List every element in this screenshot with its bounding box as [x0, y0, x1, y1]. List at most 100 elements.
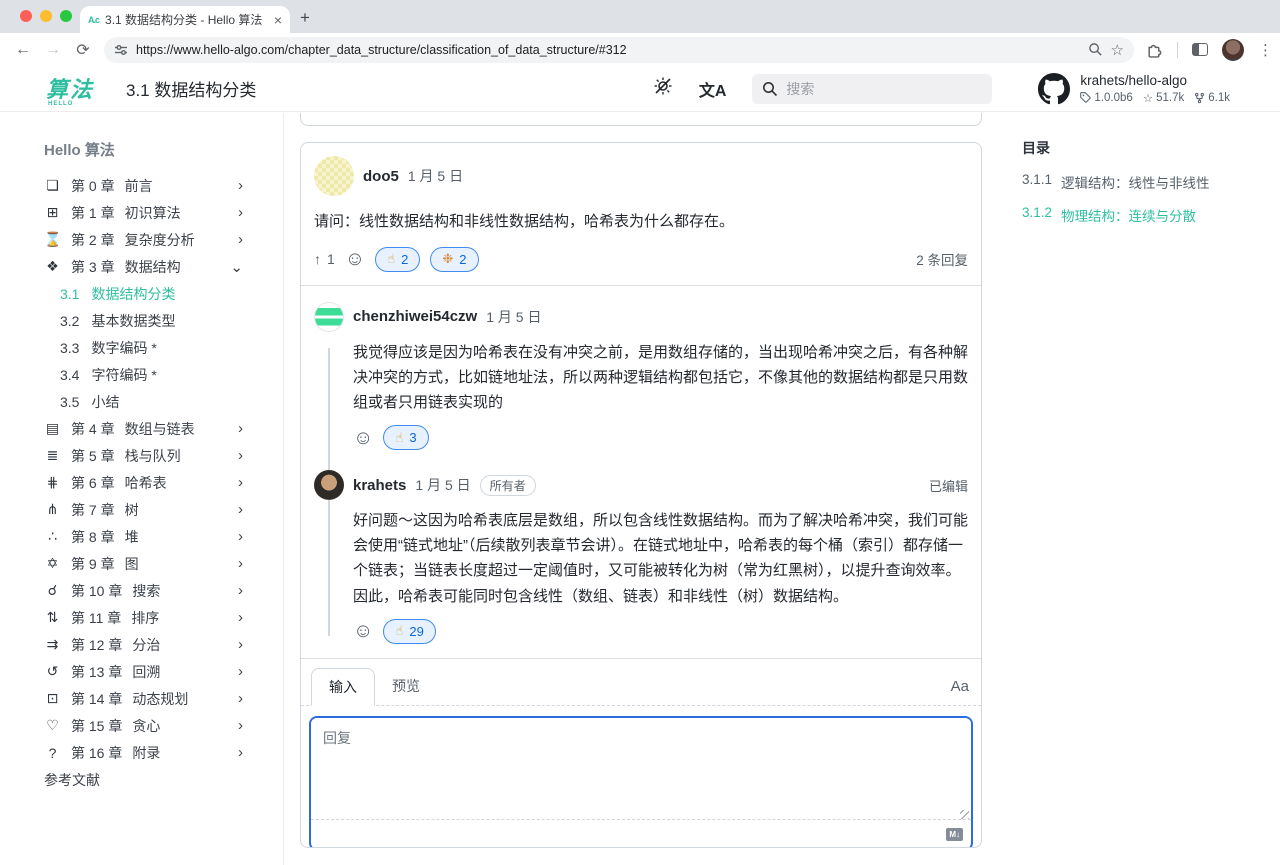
- page-zoom-icon[interactable]: [1088, 42, 1103, 57]
- reaction-thumbs-up[interactable]: ☝ 2: [375, 247, 420, 272]
- array-icon: ▤: [44, 420, 61, 437]
- hello-algo-logo[interactable]: 算法 HELLO: [46, 72, 108, 106]
- sidebar-item-chapter-2[interactable]: ⌛第 2 章复杂度分析›: [44, 226, 283, 253]
- comment-author[interactable]: doo5: [363, 168, 399, 185]
- avatar[interactable]: [314, 302, 344, 332]
- language-switch-icon[interactable]: 文A: [699, 77, 727, 101]
- chevron-right-icon: ›: [238, 744, 243, 761]
- sidebar-item-chapter-10[interactable]: ☌第 10 章搜索›: [44, 577, 283, 604]
- owner-badge: 所有者: [480, 475, 536, 496]
- profile-avatar[interactable]: [1222, 39, 1244, 61]
- reply-author[interactable]: chenzhiwei54czw: [353, 308, 477, 325]
- sidebar-item-chapter-16[interactable]: ?第 16 章附录›: [44, 739, 283, 766]
- reaction-thumbs-up[interactable]: ☝ 3: [383, 425, 428, 450]
- up-arrow-icon: ↑: [314, 251, 321, 267]
- reply-2: krahets 1 月 5 日 所有者 已编辑 好问题～这因为哈希表底层是数组，…: [301, 454, 981, 648]
- comment-main: doo5 1 月 5 日 请问：线性数据结构和非线性数据结构，哈希表为什么都存在…: [301, 143, 981, 285]
- sidebar-item-3-5[interactable]: 3.5小结: [44, 388, 283, 415]
- search-box[interactable]: [752, 74, 992, 104]
- back-button[interactable]: ←: [8, 41, 38, 59]
- repo-name: krahets/hello-algo: [1080, 73, 1230, 88]
- backtrack-icon: ↺: [44, 663, 61, 680]
- thumbs-up-icon: ☝: [395, 430, 403, 446]
- sidebar-item-chapter-6[interactable]: ⋕第 6 章哈希表›: [44, 469, 283, 496]
- sidebar-item-3-2[interactable]: 3.2基本数据类型: [44, 307, 283, 334]
- bookmark-star-icon[interactable]: ☆: [1111, 41, 1124, 59]
- tab-close-icon[interactable]: ×: [274, 12, 282, 28]
- sidebar-item-chapter-7[interactable]: ⋔第 7 章树›: [44, 496, 283, 523]
- new-tab-button[interactable]: +: [300, 8, 310, 28]
- add-reaction-button[interactable]: ☺: [353, 428, 373, 448]
- sidebar-item-chapter-12[interactable]: ⇉第 12 章分治›: [44, 631, 283, 658]
- tab-write[interactable]: 输入: [311, 668, 375, 706]
- avatar[interactable]: [314, 470, 344, 500]
- toc-item-3-1-1[interactable]: 3.1.1逻辑结构：线性与非线性: [1022, 172, 1272, 192]
- reply-textarea[interactable]: [311, 718, 971, 814]
- chevron-right-icon: ›: [238, 204, 243, 221]
- tab-title: 3.1 数据结构分类 - Hello 算法: [105, 11, 268, 28]
- sidebar-item-chapter-13[interactable]: ↺第 13 章回溯›: [44, 658, 283, 685]
- chapter-sidebar: Hello 算法 ❏第 0 章前言› ⊞第 1 章初识算法› ⌛第 2 章复杂度…: [0, 113, 284, 865]
- tag-icon: [1080, 92, 1091, 103]
- chevron-down-icon: ⌄: [230, 258, 243, 276]
- github-repo-link[interactable]: krahets/hello-algo 1.0.0b6 ☆ 51.7k 6.1k: [1038, 73, 1230, 105]
- text-format-icon[interactable]: Aa: [951, 678, 969, 695]
- page-title: 3.1 数据结构分类: [126, 76, 256, 101]
- tree-icon: ⋔: [44, 501, 61, 518]
- hash-icon: ⋕: [44, 474, 61, 491]
- url-text: https://www.hello-algo.com/chapter_data_…: [136, 43, 1080, 57]
- theme-toggle-icon[interactable]: [653, 76, 673, 101]
- reaction-thumbs-up[interactable]: ☝ 29: [383, 619, 435, 644]
- reload-button[interactable]: ⟳: [68, 40, 98, 60]
- extensions-puzzle-icon[interactable]: [1146, 41, 1163, 58]
- divide-conquer-icon: ⇉: [44, 636, 61, 653]
- reply-1: chenzhiwei54czw 1 月 5 日 我觉得应该是因为哈希表在没有冲突…: [301, 286, 981, 455]
- sidebar-item-chapter-5[interactable]: ≣第 5 章栈与队列›: [44, 442, 283, 469]
- avatar[interactable]: [314, 156, 354, 196]
- comment-date: 1 月 5 日: [408, 166, 463, 186]
- address-bar[interactable]: https://www.hello-algo.com/chapter_data_…: [104, 37, 1134, 63]
- sidebar-item-chapter-0[interactable]: ❏第 0 章前言›: [44, 172, 283, 199]
- search-icon: [762, 81, 778, 97]
- chrome-menu-icon[interactable]: ⋮: [1258, 41, 1273, 59]
- star-icon: ☆: [1143, 91, 1153, 105]
- side-panel-icon[interactable]: [1192, 43, 1208, 56]
- forward-button[interactable]: →: [38, 41, 68, 59]
- sidebar-item-3-1[interactable]: 3.1数据结构分类: [44, 280, 283, 307]
- question-icon: ?: [44, 745, 61, 761]
- grid-icon: ⊡: [44, 690, 61, 707]
- sidebar-item-chapter-1[interactable]: ⊞第 1 章初识算法›: [44, 199, 283, 226]
- add-reaction-button[interactable]: ☺: [345, 249, 365, 269]
- sidebar-item-chapter-15[interactable]: ♡第 15 章贪心›: [44, 712, 283, 739]
- sidebar-item-chapter-14[interactable]: ⊡第 14 章动态规划›: [44, 685, 283, 712]
- sidebar-item-chapter-4[interactable]: ▤第 4 章数组与链表›: [44, 415, 283, 442]
- add-reaction-button[interactable]: ☺: [353, 621, 373, 641]
- sidebar-item-chapter-8[interactable]: ∴第 8 章堆›: [44, 523, 283, 550]
- edited-label: 已编辑: [929, 476, 968, 495]
- resize-grip[interactable]: [960, 810, 969, 819]
- markdown-icon: M↓: [946, 828, 963, 841]
- sidebar-item-3-4[interactable]: 3.4字符编码 *: [44, 361, 283, 388]
- toc-item-3-1-2[interactable]: 3.1.2物理结构：连续与分散: [1022, 205, 1272, 225]
- chevron-right-icon: ›: [238, 636, 243, 653]
- browser-tab[interactable]: A.c 3.1 数据结构分类 - Hello 算法 ×: [80, 6, 290, 33]
- tab-preview[interactable]: 预览: [375, 668, 437, 704]
- window-close-button[interactable]: [20, 10, 32, 22]
- reaction-tada[interactable]: ❉ 2: [430, 247, 478, 272]
- sidebar-item-chapter-9[interactable]: ✡第 9 章图›: [44, 550, 283, 577]
- upvote-button[interactable]: ↑ 1: [314, 251, 335, 267]
- sidebar-item-3-3[interactable]: 3.3数字编码 *: [44, 334, 283, 361]
- sidebar-item-chapter-11[interactable]: ⇅第 11 章排序›: [44, 604, 283, 631]
- toc-title: 目录: [1022, 138, 1272, 158]
- window-minimize-button[interactable]: [40, 10, 52, 22]
- comment-body: 请问：线性数据结构和非线性数据结构，哈希表为什么都存在。: [314, 209, 968, 235]
- reply-author[interactable]: krahets: [353, 477, 406, 494]
- repo-forks: 6.1k: [1194, 92, 1230, 104]
- site-settings-icon[interactable]: [114, 43, 128, 57]
- sidebar-item-chapter-3[interactable]: ❖第 3 章数据结构⌄: [44, 253, 283, 280]
- search-input[interactable]: [786, 81, 956, 97]
- sidebar-item-references[interactable]: 参考文献: [44, 766, 283, 793]
- window-zoom-button[interactable]: [60, 10, 72, 22]
- site-favicon: A.c: [88, 15, 99, 25]
- sidebar-site-name: Hello 算法: [44, 139, 283, 160]
